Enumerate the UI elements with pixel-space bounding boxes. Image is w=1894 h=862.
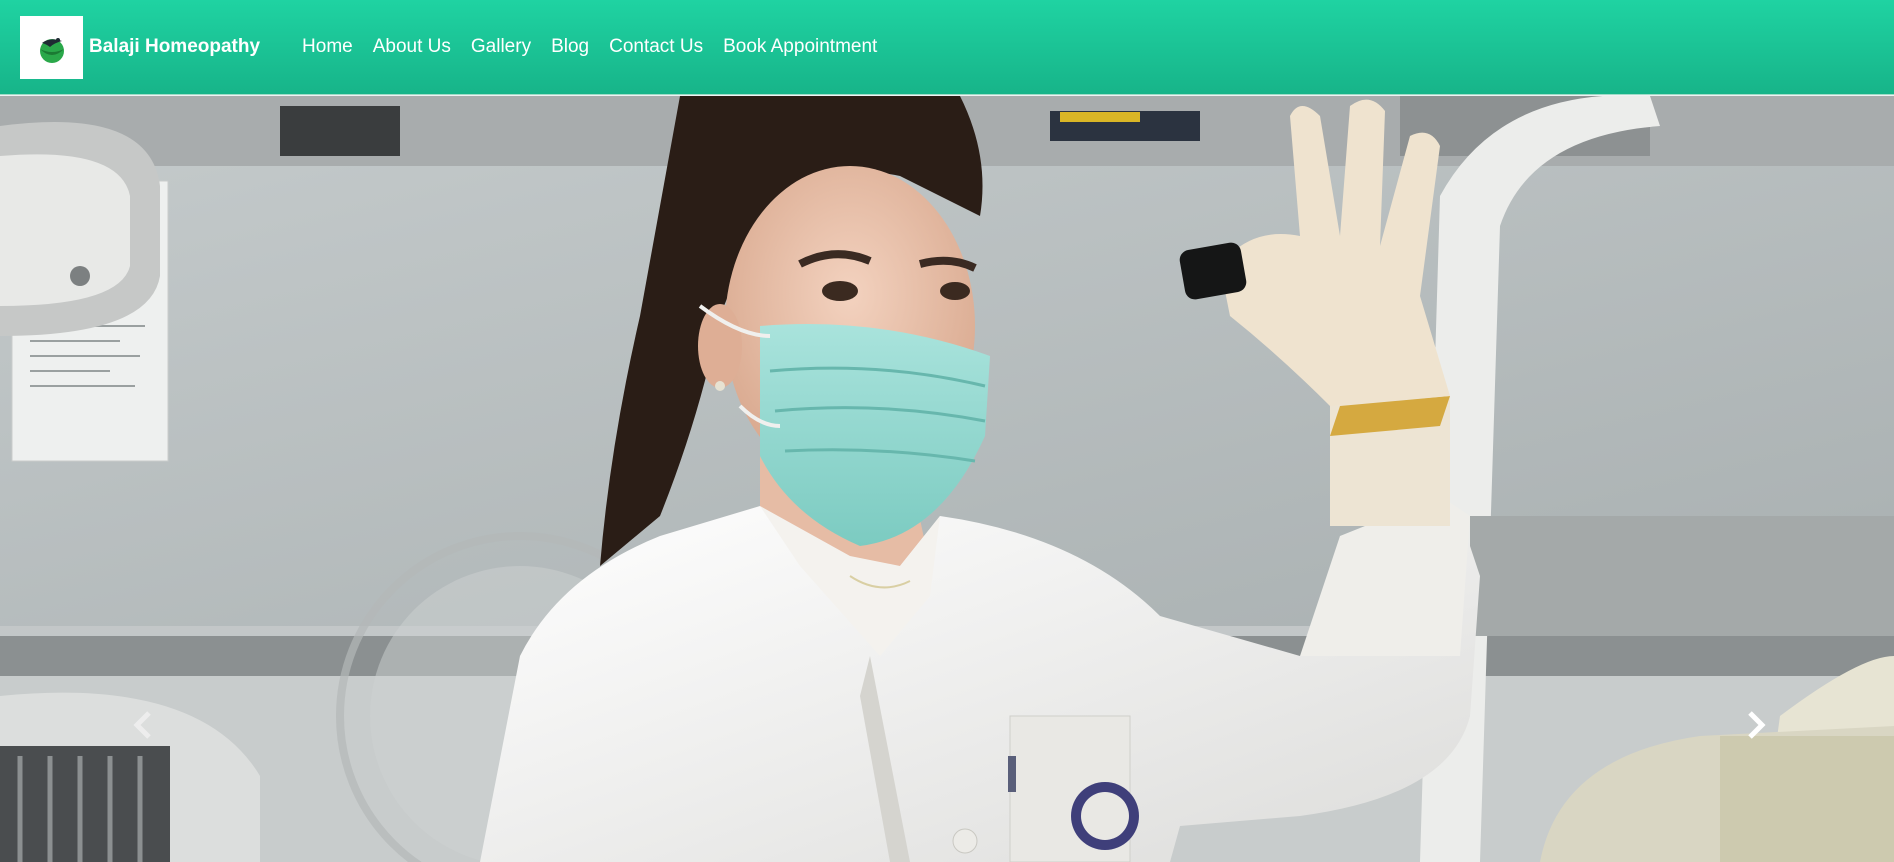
hero-carousel: [0, 96, 1894, 862]
brand-name: Balaji Homeopathy: [89, 36, 261, 57]
chevron-left-icon: [133, 711, 151, 739]
hero-slide-image: [0, 96, 1894, 862]
leaf-bird-logo-icon: [39, 38, 64, 63]
nav-about-us[interactable]: About Us: [373, 36, 451, 58]
carousel-prev-button[interactable]: [122, 700, 162, 750]
nav-blog[interactable]: Blog: [551, 36, 589, 58]
carousel-next-button[interactable]: [1737, 700, 1777, 750]
nav-contact-us[interactable]: Contact Us: [609, 36, 703, 58]
nav-book-appointment[interactable]: Book Appointment: [723, 36, 877, 58]
brand-logo: [20, 15, 83, 79]
brand-link[interactable]: Balaji Homeopathy: [20, 15, 261, 79]
nav-gallery[interactable]: Gallery: [471, 36, 531, 58]
nav-home[interactable]: Home: [302, 36, 353, 58]
top-navbar: Balaji Homeopathy Home About Us Gallery …: [0, 0, 1894, 95]
chevron-right-icon: [1748, 711, 1766, 739]
main-nav: Home About Us Gallery Blog Contact Us Bo…: [302, 36, 897, 58]
